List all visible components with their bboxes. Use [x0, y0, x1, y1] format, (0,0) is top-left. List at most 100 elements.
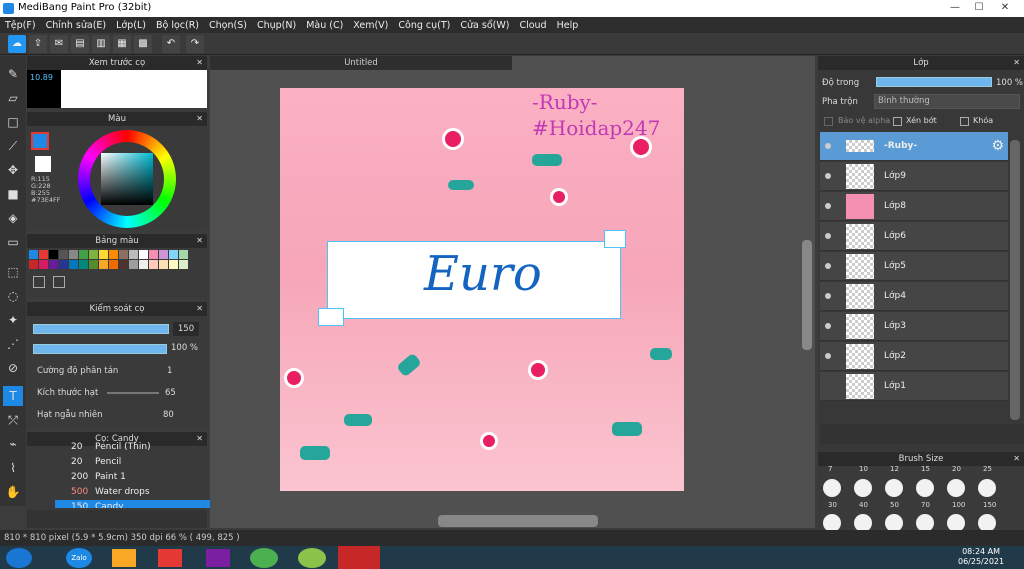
brush-size-dot[interactable] [916, 479, 934, 497]
select-pen-icon[interactable]: ⋰ [3, 334, 23, 354]
menu-layer[interactable]: Lớp(L) [111, 20, 151, 31]
close-icon[interactable]: ✕ [196, 234, 203, 248]
brush-item[interactable]: 200 Paint 1 [55, 470, 217, 485]
palette-swatch[interactable] [39, 260, 48, 269]
layer-row[interactable]: Lớp4 [820, 282, 1008, 311]
brush-size-slider[interactable] [33, 324, 169, 334]
palette-swatch[interactable] [99, 260, 108, 269]
eye-icon[interactable] [825, 203, 831, 209]
menu-file[interactable]: Tệp(F) [0, 20, 41, 31]
palette-swatch[interactable] [89, 250, 98, 259]
lock-checkbox[interactable] [960, 117, 969, 126]
menu-select[interactable]: Chọn(S) [204, 20, 252, 31]
media-taskbar-icon[interactable] [158, 549, 182, 567]
brush-item-selected[interactable]: 150 Candy [55, 500, 217, 508]
cloud-icon[interactable]: ☁ [8, 35, 26, 53]
gear-icon[interactable]: ⚙ [991, 138, 1004, 154]
move-tool-icon[interactable]: ✥ [3, 160, 23, 180]
document-icon[interactable]: ▤ [71, 35, 89, 53]
palette-swatch[interactable] [179, 260, 188, 269]
rect-tool-icon[interactable]: ■ [3, 184, 23, 204]
palette-swatch[interactable] [179, 250, 188, 259]
palette-swatch[interactable] [139, 250, 148, 259]
material-icon[interactable]: ▦ [113, 35, 131, 53]
document-tab[interactable]: Untitled [210, 56, 512, 70]
brush-size-value[interactable]: 150 [173, 322, 199, 336]
palette-swatch[interactable] [119, 250, 128, 259]
palette-swatch[interactable] [29, 260, 38, 269]
brush-size-dot[interactable] [885, 479, 903, 497]
palette-swatch[interactable] [59, 250, 68, 259]
palette-swatch[interactable] [169, 250, 178, 259]
palette-swatch[interactable] [69, 250, 78, 259]
redo-icon[interactable]: ↷ [186, 35, 204, 53]
grid-icon[interactable]: ▩ [134, 35, 152, 53]
layer-scrollbar[interactable] [1010, 140, 1020, 420]
palette-swatch[interactable] [69, 260, 78, 269]
menu-snap[interactable]: Chụp(N) [252, 20, 301, 31]
app2-taskbar-icon[interactable] [298, 548, 326, 568]
eyedropper-icon[interactable]: ⌁ [3, 434, 23, 454]
gradient-tool-icon[interactable]: ▭ [3, 232, 23, 252]
transform-handle[interactable] [604, 230, 626, 248]
dot-tool-icon[interactable]: □ [3, 112, 23, 132]
horizontal-scrollbar[interactable] [438, 515, 598, 527]
menu-tools[interactable]: Công cụ(T) [393, 20, 455, 31]
eye-icon[interactable] [825, 173, 831, 179]
chrome-taskbar-icon[interactable] [250, 548, 278, 568]
delete-palette-icon[interactable] [53, 276, 65, 288]
share-icon[interactable]: ⇪ [29, 35, 47, 53]
palette-swatch[interactable] [129, 260, 138, 269]
page-icon[interactable]: ▥ [92, 35, 110, 53]
menu-help[interactable]: Help [552, 20, 584, 31]
brush-size-dot[interactable] [947, 479, 965, 497]
brush-size-dot[interactable] [823, 479, 841, 497]
palette-swatch[interactable] [129, 250, 138, 259]
grain-slider[interactable] [107, 392, 159, 394]
app-taskbar-icon[interactable] [206, 549, 230, 567]
layer-opacity-slider[interactable] [876, 77, 992, 87]
palette-swatch[interactable] [79, 260, 88, 269]
palette-swatch[interactable] [39, 250, 48, 259]
select-eraser-icon[interactable]: ⊘ [3, 358, 23, 378]
eye-icon[interactable] [825, 293, 831, 299]
layer-row[interactable]: Lớp8 [820, 192, 1008, 221]
fill-tool-icon[interactable]: ◈ [3, 208, 23, 228]
line-tool-icon[interactable]: ⟋ [3, 136, 23, 156]
foreground-color-swatch[interactable] [31, 132, 49, 150]
medibang-taskbar-icon[interactable] [338, 546, 380, 569]
menu-window[interactable]: Cửa sổ(W) [455, 20, 514, 31]
zalo-taskbar-icon[interactable]: Zalo [66, 548, 92, 568]
menu-cloud[interactable]: Cloud [514, 20, 551, 31]
layer-row[interactable]: Lớp6 [820, 222, 1008, 251]
menu-color[interactable]: Màu (C) [301, 20, 348, 31]
palette-swatch[interactable] [79, 250, 88, 259]
palette-swatch[interactable] [49, 260, 58, 269]
menu-filter[interactable]: Bộ lọc(R) [151, 20, 204, 31]
eye-icon[interactable] [825, 323, 831, 329]
layer-row[interactable]: Lớp3 [820, 312, 1008, 341]
explorer-taskbar-icon[interactable] [112, 549, 136, 567]
vertical-scrollbar[interactable] [802, 240, 812, 350]
brush-item[interactable]: 500 Water drops [55, 485, 217, 500]
palette-swatch[interactable] [169, 260, 178, 269]
eye-icon[interactable] [825, 263, 831, 269]
clipping-checkbox[interactable] [893, 117, 902, 126]
blend-mode-select[interactable]: Bình thường [874, 94, 1020, 109]
layer-row-selected[interactable]: -Ruby- ⚙ [820, 132, 1008, 161]
eye-icon[interactable] [825, 143, 831, 149]
eye-icon[interactable] [825, 353, 831, 359]
close-icon[interactable]: ✕ [1013, 56, 1020, 70]
close-button[interactable]: ✕ [994, 1, 1016, 15]
hand-tool-icon[interactable]: ✋ [3, 482, 23, 502]
brush-item[interactable]: 20 Pencil [55, 455, 217, 470]
operation-tool-icon[interactable]: ⤱ [3, 410, 23, 430]
lasso-tool-icon[interactable]: ◌ [3, 286, 23, 306]
palette-swatch[interactable] [29, 250, 38, 259]
layer-row[interactable]: Lớp2 [820, 342, 1008, 371]
eye-icon[interactable] [825, 233, 831, 239]
select-tool-icon[interactable]: ⬚ [3, 262, 23, 282]
close-icon[interactable]: ✕ [196, 112, 203, 126]
palette-swatch[interactable] [149, 260, 158, 269]
palette-swatch[interactable] [119, 260, 128, 269]
